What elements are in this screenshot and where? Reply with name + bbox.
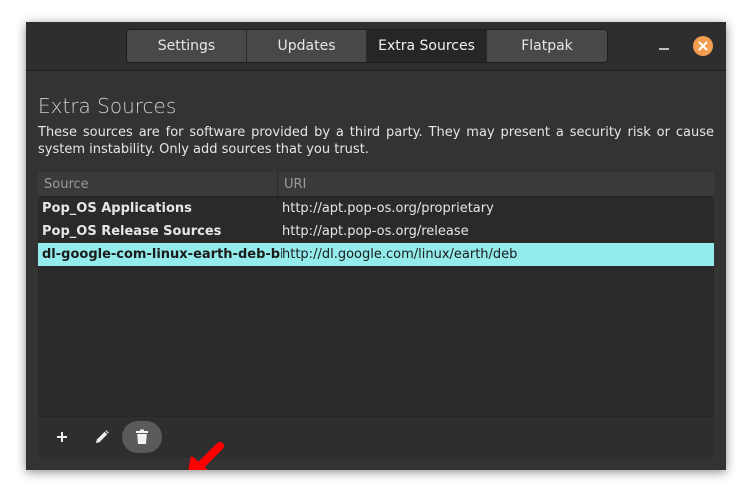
delete-source-button[interactable] — [122, 421, 162, 453]
source-uri-cell: http://apt.pop-os.org/release — [282, 224, 469, 239]
header-bar: Settings Updates Extra Sources Flatpak — [26, 22, 726, 71]
tab-settings[interactable]: Settings — [127, 30, 247, 62]
tab-extra-sources[interactable]: Extra Sources — [367, 30, 487, 62]
minimize-button[interactable] — [654, 36, 674, 56]
tab-flatpak[interactable]: Flatpak — [487, 30, 607, 62]
pencil-icon — [96, 430, 109, 443]
table-row-selected[interactable]: dl-google-com-linux-earth-deb-binary htt… — [38, 243, 714, 266]
source-name-cell: Pop_OS Applications — [42, 201, 192, 216]
column-header-source[interactable]: Source — [38, 172, 278, 196]
software-sources-window: Settings Updates Extra Sources Flatpak E… — [26, 22, 726, 470]
source-uri-cell: http://dl.google.com/linux/earth/deb — [282, 247, 518, 262]
page-title: Extra Sources — [38, 94, 177, 118]
trash-icon — [136, 429, 148, 444]
edit-source-button[interactable] — [86, 421, 118, 453]
tab-switcher: Settings Updates Extra Sources Flatpak — [126, 29, 608, 63]
plus-icon — [57, 432, 67, 442]
page-description: These sources are for software provided … — [38, 125, 714, 157]
sources-toolbar — [38, 416, 714, 457]
source-name-cell: Pop_OS Release Sources — [42, 224, 222, 239]
column-header-uri[interactable]: URI — [278, 172, 714, 196]
source-uri-cell: http://apt.pop-os.org/proprietary — [282, 201, 494, 216]
source-name-cell: dl-google-com-linux-earth-deb-binary — [42, 247, 282, 262]
add-source-button[interactable] — [46, 421, 78, 453]
table-row[interactable]: Pop_OS Release Sources http://apt.pop-os… — [38, 220, 714, 243]
close-icon — [698, 41, 708, 51]
close-button[interactable] — [693, 36, 713, 56]
annotation-arrow-icon — [188, 442, 224, 470]
table-row[interactable]: Pop_OS Applications http://apt.pop-os.or… — [38, 197, 714, 220]
table-header: Source URI — [38, 172, 714, 197]
sources-table: Source URI Pop_OS Applications http://ap… — [38, 172, 714, 416]
minimize-icon — [659, 48, 669, 50]
tab-updates[interactable]: Updates — [247, 30, 367, 62]
